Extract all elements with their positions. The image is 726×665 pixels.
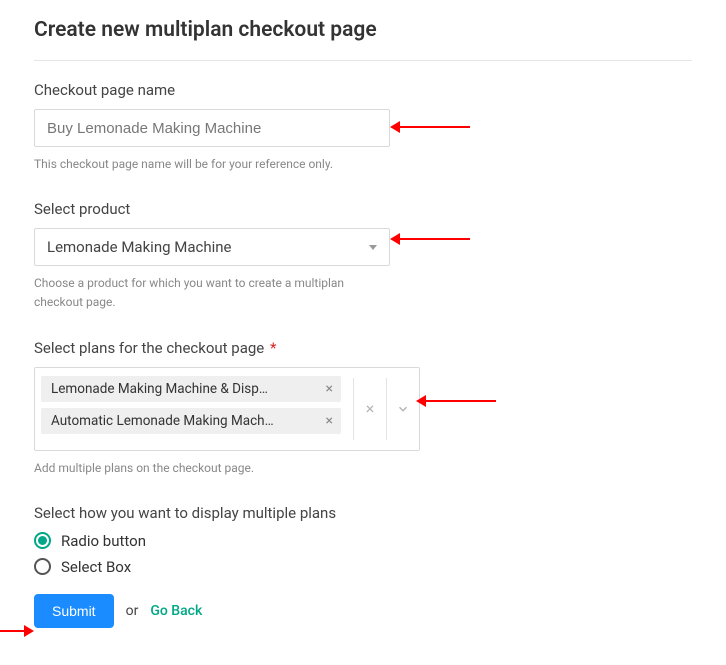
plans-help: Add multiple plans on the checkout page. [34, 459, 394, 478]
product-select-value: Lemonade Making Machine [47, 238, 232, 256]
divider [34, 60, 692, 61]
radio-label: Select Box [61, 558, 131, 576]
or-text: or [126, 603, 139, 619]
name-help: This checkout page name will be for your… [34, 155, 394, 174]
display-label: Select how you want to display multiple … [34, 504, 692, 522]
annotation-arrow [400, 126, 470, 128]
plans-group: Select plans for the checkout page * Lem… [34, 339, 692, 478]
plan-chip: Automatic Lemonade Making Mach… × [41, 408, 341, 434]
radio-icon [34, 558, 51, 575]
submit-button[interactable]: Submit [34, 594, 114, 628]
chevron-down-icon [396, 402, 410, 416]
display-group: Select how you want to display multiple … [34, 504, 692, 576]
plans-label-text: Select plans for the checkout page [34, 339, 264, 357]
product-group: Select product Lemonade Making Machine C… [34, 200, 692, 312]
plan-chip-label: Automatic Lemonade Making Mach… [51, 413, 274, 429]
chips-area[interactable]: Lemonade Making Machine & Disp… × Automa… [35, 368, 353, 450]
close-icon: × [366, 399, 375, 418]
radio-option-select-box[interactable]: Select Box [34, 558, 692, 576]
remove-chip-icon[interactable]: × [318, 381, 333, 397]
chevron-down-icon [369, 245, 377, 250]
annotation-arrow [426, 400, 496, 402]
name-group: Checkout page name This checkout page na… [34, 81, 692, 174]
radio-icon [34, 532, 51, 549]
plans-multiselect[interactable]: Lemonade Making Machine & Disp… × Automa… [34, 367, 420, 451]
name-label: Checkout page name [34, 81, 692, 99]
remove-chip-icon[interactable]: × [318, 413, 333, 429]
plan-chip-label: Lemonade Making Machine & Disp… [51, 381, 268, 397]
annotation-arrow [400, 238, 470, 240]
annotation-arrow [0, 630, 24, 632]
plan-chip: Lemonade Making Machine & Disp… × [41, 376, 341, 402]
product-help: Choose a product for which you want to c… [34, 274, 394, 312]
radio-label: Radio button [61, 532, 146, 550]
open-dropdown-button[interactable] [387, 368, 419, 450]
go-back-link[interactable]: Go Back [150, 603, 202, 619]
required-mark: * [270, 339, 276, 357]
page-title: Create new multiplan checkout page [34, 18, 692, 42]
product-select[interactable]: Lemonade Making Machine [34, 228, 390, 266]
clear-all-button[interactable]: × [354, 368, 386, 450]
name-input[interactable] [34, 109, 390, 147]
plans-label: Select plans for the checkout page * [34, 339, 692, 357]
actions-row: Submit or Go Back [34, 594, 692, 628]
product-label: Select product [34, 200, 692, 218]
radio-option-radio-button[interactable]: Radio button [34, 532, 692, 550]
